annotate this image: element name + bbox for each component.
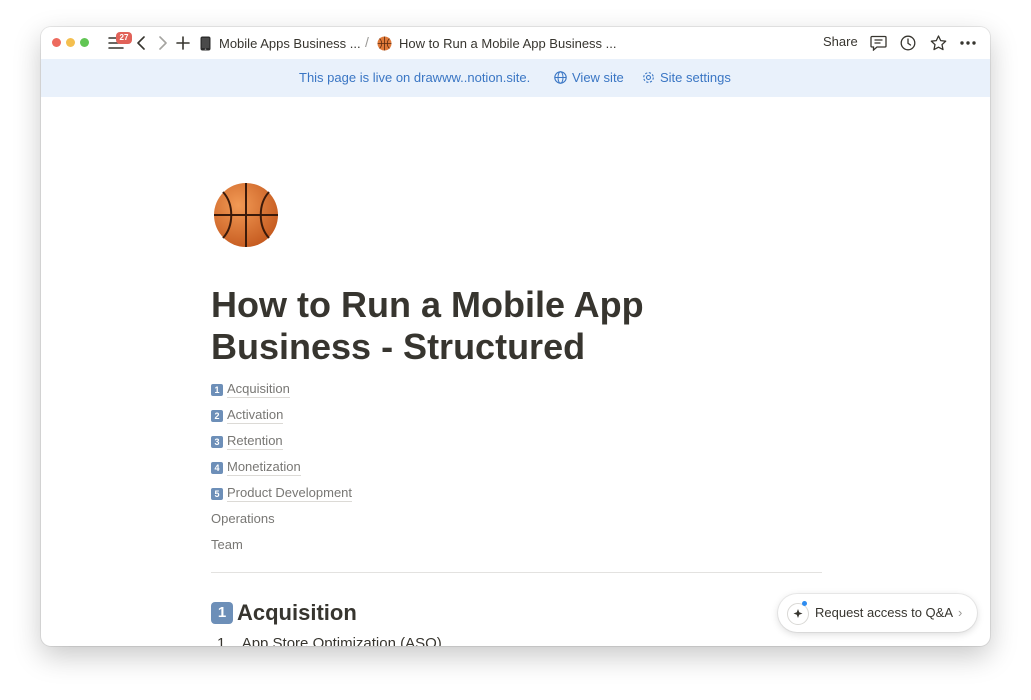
site-settings-label: Site settings [660,70,731,85]
keycap-number-icon: 4 [211,461,223,474]
keycap-number-icon: 3 [211,435,223,448]
section-heading-label: Acquisition [237,600,357,625]
back-arrow-icon[interactable] [131,32,151,54]
breadcrumb-item-parent[interactable]: Mobile Apps Business ... [200,34,361,52]
toc-item-label: Team [211,537,243,552]
keycap-number-icon: 5 [211,487,223,500]
list-item-marker: 1. [217,635,230,646]
toc-item-label: Activation [227,407,284,424]
toc-item-acquisition[interactable]: 1 Acquisition [211,381,290,398]
toc-item-monetization[interactable]: 4 Monetization [211,459,301,476]
toc-item-label: Product Development [227,485,353,502]
keycap-number-icon: 1 [211,383,223,396]
breadcrumb-label: Mobile Apps Business ... [219,35,361,51]
toc-item-label: Acquisition [227,381,290,398]
comments-icon[interactable] [867,32,889,54]
notification-badge: 27 [116,32,132,44]
toc-item-product-development[interactable]: 5 Product Development [211,485,353,502]
toc-item-label: Monetization [227,459,301,476]
phone-icon [200,36,211,51]
page-content: How to Run a Mobile App Business - Struc… [41,97,990,646]
page-title: How to Run a Mobile App Business - Struc… [211,284,644,367]
request-qa-access-label: Request access to Q&A [815,605,954,620]
more-options-icon[interactable] [957,32,979,54]
favorite-star-icon[interactable] [927,32,949,54]
list-item: 1. App Store Optimization (ASO) [217,635,442,646]
section-heading-acquisition: 1 Acquisition [211,600,357,626]
forward-arrow-icon[interactable] [153,32,173,54]
breadcrumb-label: How to Run a Mobile App Business ... [399,35,617,51]
ai-sparkle-icon [787,603,809,625]
view-site-label: View site [572,70,624,85]
toc-item-team[interactable]: Team [211,537,243,553]
basketball-icon [377,36,392,51]
view-site-link[interactable]: View site [554,70,624,85]
toc-item-label: Operations [211,511,275,526]
toc-item-label: Retention [227,433,283,450]
new-page-plus-icon[interactable] [173,32,193,54]
breadcrumb-item-current[interactable]: How to Run a Mobile App Business ... [377,34,617,52]
app-window: 27 Mobile Apps Business ... / How to Run… [41,27,990,646]
toc-item-operations[interactable]: Operations [211,511,275,527]
titlebar: 27 Mobile Apps Business ... / How to Run… [41,27,990,59]
globe-icon [554,71,567,84]
gear-icon [642,71,655,84]
maximize-window-button[interactable] [80,38,89,47]
toc-item-retention[interactable]: 3 Retention [211,433,283,450]
notification-dot [802,601,807,606]
site-live-banner: This page is live on drawww..notion.site… [41,59,990,97]
site-settings-link[interactable]: Site settings [642,70,731,85]
request-qa-access-button[interactable]: Request access to Q&A › [778,594,977,632]
keycap-number-icon: 1 [211,602,233,624]
keycap-number-icon: 2 [211,409,223,422]
close-window-button[interactable] [52,38,61,47]
chevron-right-icon: › [958,605,963,620]
list-item-text: App Store Optimization (ASO) [241,635,442,646]
share-button[interactable]: Share [823,34,858,49]
toc-item-activation[interactable]: 2 Activation [211,407,284,424]
site-live-text: This page is live on drawww..notion.site… [299,70,531,85]
divider [211,572,822,573]
history-clock-icon[interactable] [897,32,919,54]
basketball-icon[interactable] [213,182,279,248]
minimize-window-button[interactable] [66,38,75,47]
breadcrumb-separator: / [365,34,369,50]
